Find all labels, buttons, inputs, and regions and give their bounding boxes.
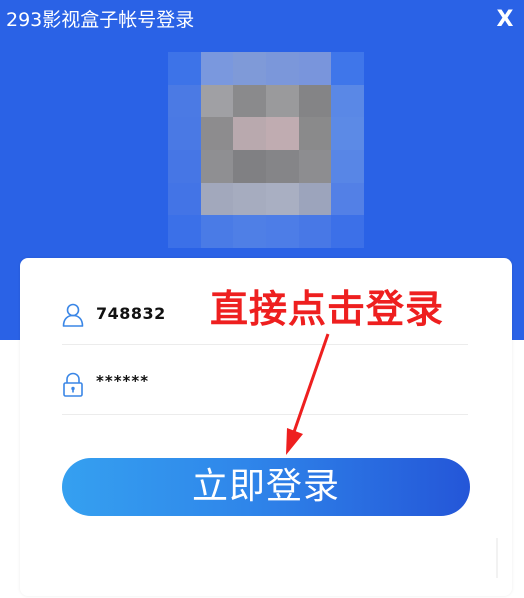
password-value[interactable]: ****** — [96, 372, 149, 390]
avatar — [168, 52, 364, 248]
username-value[interactable]: 748832 — [96, 304, 166, 323]
lock-icon — [62, 372, 84, 398]
scroll-indicator — [496, 538, 498, 578]
password-field[interactable]: ****** — [62, 358, 468, 415]
user-icon — [62, 302, 84, 328]
window-title: 293影视盒子帐号登录 — [6, 9, 195, 31]
login-button[interactable]: 立即登录 — [62, 458, 470, 516]
login-window: 293影视盒子帐号登录 X 748832 ****** 立即登录 直接点击登录 — [0, 0, 524, 598]
annotation-text: 直接点击登录 — [210, 287, 445, 331]
close-button[interactable]: X — [494, 8, 516, 32]
